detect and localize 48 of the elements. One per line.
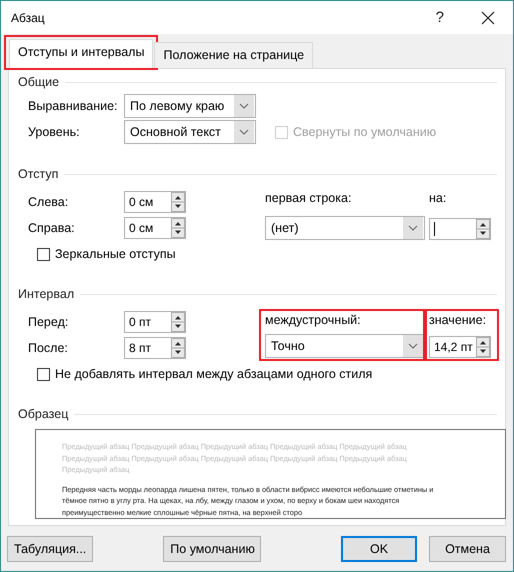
spin-field[interactable]: 0 см [124,191,186,213]
spin-field[interactable]: 0 см [124,217,186,239]
checkbox-label: Зеркальные отступы [55,247,176,261]
close-icon[interactable] [481,10,495,24]
window-title: Абзац [11,10,46,24]
field-label: Выравнивание: [28,99,119,113]
checkbox[interactable] [37,368,50,380]
field-label: междустрочный: [265,313,362,327]
dialog-button[interactable]: Табуляция... [7,536,94,562]
chevron-down-icon[interactable] [403,217,423,239]
tab[interactable]: Отступы и интервалы [9,39,154,68]
field-label: Уровень: [28,125,81,139]
checkbox[interactable] [37,248,50,260]
spin-field[interactable]: 14,2 пт [429,336,491,358]
field-label: После: [28,341,69,355]
group-heading: Общие [18,75,60,89]
spin-field[interactable]: 8 пт [124,337,186,359]
spin-arrows-icon[interactable] [476,219,490,239]
spin-arrows-icon[interactable] [476,337,490,357]
spin-field[interactable]: 0 пт [124,311,186,333]
spin-field[interactable] [429,218,491,240]
dropdown[interactable]: Основной текст [124,120,256,144]
checkbox-label: Не добавлять интервал между абзацами одного стиля [55,367,372,381]
field-label: значение: [429,313,488,327]
dialog-button[interactable]: OK [341,536,417,562]
chevron-down-icon[interactable] [234,95,254,117]
chevron-down-icon[interactable] [403,335,423,357]
dialog-button[interactable]: По умолчанию [163,536,262,562]
field-label: Перед: [28,315,70,329]
spin-arrows-icon[interactable] [171,338,185,358]
dropdown[interactable]: Точно [265,334,425,358]
group-heading: Интервал [18,287,74,301]
dropdown[interactable]: По левому краю [124,94,256,118]
spin-arrows-icon[interactable] [171,218,185,238]
field-label: Справа: [28,221,76,235]
help-button[interactable]: ? [436,9,444,26]
checkbox-label: Свернуты по умолчанию [293,125,436,139]
group-heading: Отступ [18,167,58,181]
field-label: Слева: [28,195,70,209]
dropdown[interactable]: (нет) [265,216,425,240]
field-label: на: [429,191,448,205]
group-heading: Образец [18,407,68,421]
tab[interactable]: Положение на странице [154,42,314,68]
dialog-button[interactable]: Отмена [429,536,506,562]
spin-arrows-icon[interactable] [171,312,185,332]
spin-arrows-icon[interactable] [171,192,185,212]
field-label: первая строка: [265,191,352,205]
chevron-down-icon[interactable] [234,121,254,143]
